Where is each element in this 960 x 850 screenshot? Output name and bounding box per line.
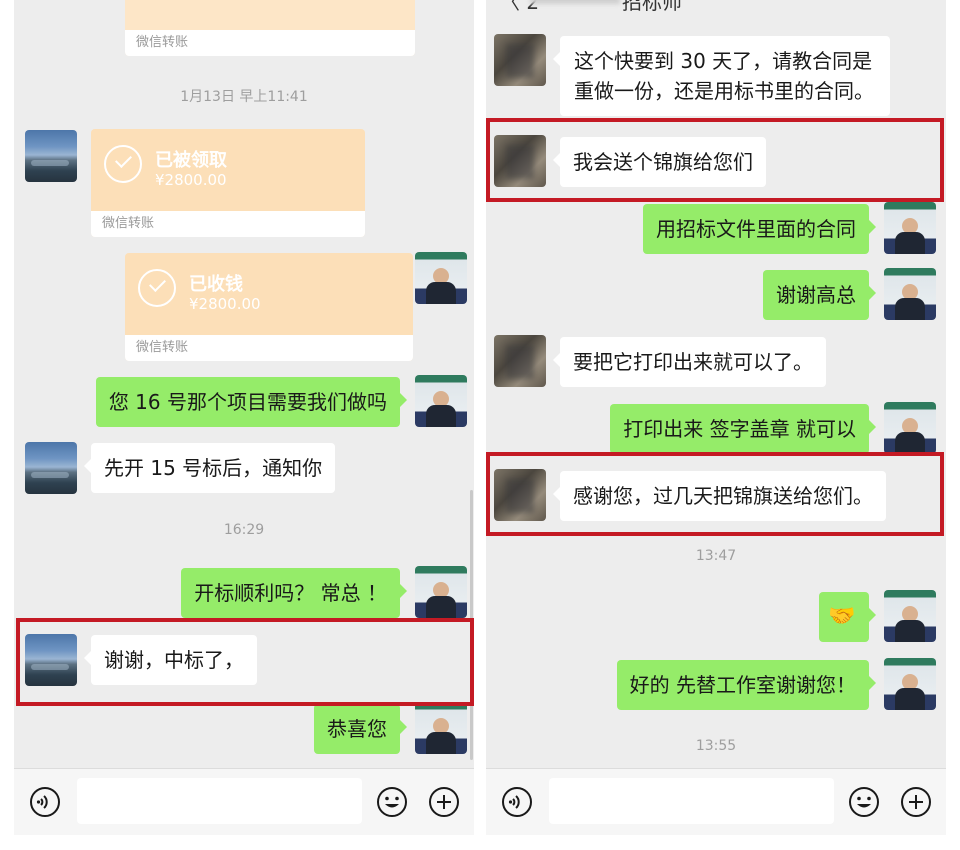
contact-avatar[interactable] [494, 34, 546, 86]
message-input[interactable] [549, 778, 834, 824]
message-bubble-sent[interactable]: 用招标文件里面的合同 [643, 204, 876, 254]
message-bubble-received[interactable]: 谢谢，中标了， [84, 635, 257, 685]
check-icon [104, 145, 142, 183]
emoji-icon[interactable] [376, 786, 408, 818]
transfer-amount: ¥2800.00 [189, 295, 261, 313]
transfer-footer: 微信转账 [91, 211, 365, 237]
message-bubble-sent[interactable]: 谢谢高总 [763, 270, 876, 320]
message-list[interactable]: 〈 2 招标师 这个快要到 30 天了，请教合同是重做一份，还是用标书里的合同。… [486, 0, 946, 768]
self-avatar[interactable] [884, 202, 936, 254]
contact-avatar[interactable] [494, 469, 546, 521]
message-bubble-sent[interactable]: 打印出来 签字盖章 就可以 [610, 404, 876, 454]
voice-icon[interactable] [29, 786, 61, 818]
emoji-icon[interactable] [848, 786, 880, 818]
scrollbar[interactable] [470, 490, 473, 760]
message-bubble-sent[interactable]: 🤝 [819, 592, 876, 642]
self-avatar[interactable] [415, 252, 467, 304]
contact-avatar[interactable] [25, 634, 77, 686]
timestamp: 13:55 [695, 738, 737, 754]
self-avatar[interactable] [884, 268, 936, 320]
message-bubble-received[interactable]: 先开 15 号标后，通知你 [83, 443, 336, 493]
message-bubble-sent[interactable]: 开标顺利吗？ 常总 ！ [181, 568, 407, 618]
input-bar [486, 768, 946, 835]
message-bubble-received[interactable]: 我会送个锦旗给您们 [553, 137, 766, 187]
contact-avatar[interactable] [25, 442, 77, 494]
message-bubble-received[interactable]: 这个快要到 30 天了，请教合同是重做一份，还是用标书里的合同。 [553, 36, 890, 116]
transfer-card-collected[interactable]: 已收钱 ¥2800.00 微信转账 [125, 253, 413, 361]
plus-icon[interactable] [428, 786, 460, 818]
timestamp: 13:47 [695, 548, 737, 564]
message-input[interactable] [77, 778, 362, 824]
contact-avatar[interactable] [494, 335, 546, 387]
chat-panel-right: 〈 2 招标师 这个快要到 30 天了，请教合同是重做一份，还是用标书里的合同。… [486, 0, 946, 850]
self-avatar[interactable] [884, 402, 936, 454]
message-bubble-sent[interactable]: 恭喜您 [314, 704, 407, 754]
title-bar-edge: 〈 2 招标师 [486, 0, 946, 14]
transfer-card-partial[interactable]: 微信转账 [125, 0, 415, 56]
voice-icon[interactable] [501, 786, 533, 818]
transfer-status: 已被领取 [155, 150, 227, 171]
message-list[interactable]: 微信转账 1月13日 早上11:41 已被领取 ¥2800.00 微信转账 已收… [14, 0, 474, 768]
self-avatar[interactable] [884, 590, 936, 642]
transfer-status: 已收钱 [189, 274, 243, 295]
blurred-name [530, 0, 620, 4]
message-bubble-sent[interactable]: 您 16 号那个项目需要我们做吗 [95, 377, 408, 427]
contact-avatar[interactable] [494, 135, 546, 187]
self-avatar[interactable] [415, 702, 467, 754]
self-avatar[interactable] [884, 658, 936, 710]
transfer-footer: 微信转账 [125, 335, 413, 361]
self-avatar[interactable] [415, 375, 467, 427]
timestamp: 1月13日 早上11:41 [180, 89, 308, 105]
transfer-footer: 微信转账 [125, 30, 415, 56]
contact-avatar[interactable] [25, 130, 77, 182]
plus-icon[interactable] [900, 786, 932, 818]
message-bubble-received[interactable]: 感谢您，过几天把锦旗送给您们。 [553, 471, 886, 521]
check-icon [138, 269, 176, 307]
timestamp: 16:29 [223, 522, 265, 538]
transfer-amount: ¥2800.00 [155, 171, 227, 189]
message-bubble-sent[interactable]: 好的 先替工作室谢谢您！ [616, 660, 877, 710]
chat-title-fragment: 招标师 [622, 0, 682, 14]
transfer-card-received[interactable]: 已被领取 ¥2800.00 微信转账 [91, 129, 365, 237]
self-avatar[interactable] [415, 566, 467, 618]
message-bubble-received[interactable]: 要把它打印出来就可以了。 [553, 337, 826, 387]
input-bar [14, 768, 474, 835]
chat-panel-left: 微信转账 1月13日 早上11:41 已被领取 ¥2800.00 微信转账 已收… [14, 0, 474, 850]
